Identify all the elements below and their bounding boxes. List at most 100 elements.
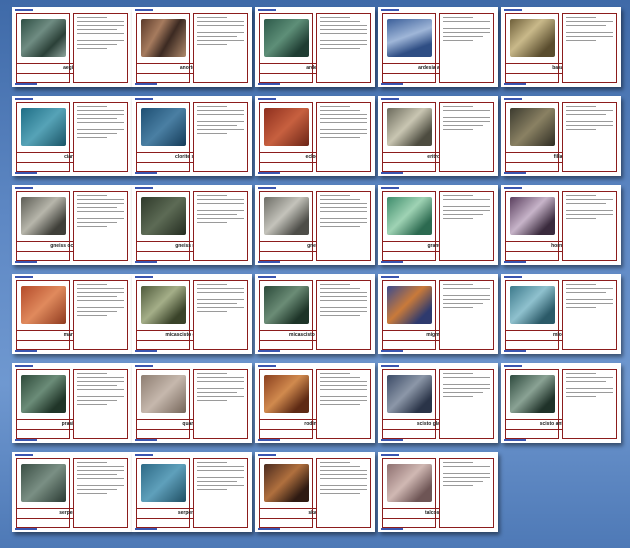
source-link[interactable] (258, 528, 280, 530)
slide-header-mark (15, 454, 33, 456)
rock-photo (21, 375, 66, 413)
slide-header-mark (135, 9, 153, 11)
text-line (566, 303, 613, 304)
source-link[interactable] (504, 83, 526, 85)
rock-photo (264, 286, 309, 324)
slide-header-mark (504, 187, 522, 189)
text-line (197, 195, 227, 196)
source-link[interactable] (15, 350, 37, 352)
source-link[interactable] (258, 172, 280, 174)
slide-thumbnail[interactable]: migmatite (378, 274, 498, 354)
slide-thumbnail[interactable]: fillade (501, 96, 621, 176)
slide-thumbnail[interactable]: hornfels (501, 185, 621, 265)
slide-header-mark (381, 9, 399, 11)
slide-thumbnail[interactable]: granulite (378, 185, 498, 265)
source-link[interactable] (504, 439, 526, 441)
rock-photo (264, 375, 309, 413)
text-line (197, 199, 244, 200)
slide-thumbnail[interactable]: gneiss occhiadino (12, 185, 132, 265)
slide-thumbnail[interactable]: eclogite (255, 96, 375, 176)
text-line (443, 36, 483, 37)
text-line (443, 121, 490, 122)
text-line (320, 203, 367, 204)
source-link[interactable] (381, 172, 403, 174)
slide-thumbnail[interactable]: scisto glaucofane (378, 363, 498, 443)
source-link[interactable] (15, 528, 37, 530)
slide-thumbnail[interactable]: serpentino (12, 452, 132, 532)
slide-thumbnail[interactable]: aegirite (12, 7, 132, 87)
source-link[interactable] (258, 261, 280, 263)
text-line (197, 106, 227, 107)
slide-thumbnail[interactable]: prasinite (12, 363, 132, 443)
slide-thumbnail[interactable]: ardesia argentea (378, 7, 498, 87)
slide-thumbnail[interactable]: gneiss (255, 185, 375, 265)
source-link[interactable] (135, 172, 157, 174)
text-line (320, 284, 350, 285)
text-line (197, 373, 227, 374)
description-text-box (439, 13, 494, 83)
source-link[interactable] (15, 172, 37, 174)
source-link[interactable] (135, 261, 157, 263)
source-link[interactable] (15, 261, 37, 263)
slide-thumbnail[interactable]: talcoscisto (378, 452, 498, 532)
slide-thumbnail[interactable]: scisto anfibolitico (501, 363, 621, 443)
text-line (566, 125, 613, 126)
text-line (77, 462, 107, 463)
slide-thumbnail[interactable]: miolite (501, 274, 621, 354)
source-link[interactable] (504, 261, 526, 263)
text-line (440, 378, 493, 381)
rock-photo (510, 286, 555, 324)
slide-thumbnail[interactable]: clorite schisto (132, 96, 252, 176)
source-link[interactable] (135, 528, 157, 530)
source-link[interactable] (258, 83, 280, 85)
source-link[interactable] (135, 439, 157, 441)
text-line (197, 44, 227, 45)
source-link[interactable] (504, 350, 526, 352)
slide-thumbnail[interactable]: serpentinite (132, 452, 252, 532)
text-line (443, 125, 483, 126)
text-line (77, 226, 107, 227)
slide-thumbnail[interactable]: skarn (255, 452, 375, 532)
slide-thumbnail[interactable]: micascisto granatifero (132, 274, 252, 354)
source-link[interactable] (15, 83, 37, 85)
text-line (197, 400, 227, 401)
text-line (197, 218, 244, 219)
text-line (320, 466, 360, 467)
source-link[interactable] (381, 261, 403, 263)
slide-thumbnail[interactable]: ardesia (255, 7, 375, 87)
slide-thumbnail[interactable]: eritrosite (378, 96, 498, 176)
text-line (197, 462, 227, 463)
source-link[interactable] (381, 350, 403, 352)
source-link[interactable] (381, 439, 403, 441)
text-line (566, 110, 613, 111)
text-line (443, 462, 473, 463)
source-link[interactable] (258, 350, 280, 352)
source-link[interactable] (504, 172, 526, 174)
description-text-box (73, 458, 128, 528)
text-line (320, 373, 350, 374)
slide-thumbnail[interactable]: rodingite (255, 363, 375, 443)
slide-thumbnail[interactable]: gneiss minute (132, 185, 252, 265)
source-link[interactable] (258, 439, 280, 441)
slide-header-mark (381, 365, 399, 367)
slide-header-mark (381, 98, 399, 100)
source-link[interactable] (135, 83, 157, 85)
slide-thumbnail[interactable]: micascisto muscovite (255, 274, 375, 354)
slide-thumbnail[interactable]: basalto (501, 7, 621, 87)
text-line (317, 212, 370, 215)
text-line (443, 396, 473, 397)
source-link[interactable] (15, 439, 37, 441)
slide-thumbnail[interactable]: quarzite (132, 363, 252, 443)
source-link[interactable] (381, 528, 403, 530)
source-link[interactable] (135, 350, 157, 352)
text-line (77, 385, 117, 386)
slide-thumbnail[interactable]: cianite (12, 96, 132, 176)
slide-thumbnail[interactable]: marmo (12, 274, 132, 354)
text-line (77, 29, 117, 30)
slide-thumbnail[interactable]: anortosite (132, 7, 252, 87)
description-text-box (316, 458, 371, 528)
text-line (443, 392, 483, 393)
source-link[interactable] (381, 83, 403, 85)
text-line (77, 114, 124, 115)
text-line (197, 489, 227, 490)
